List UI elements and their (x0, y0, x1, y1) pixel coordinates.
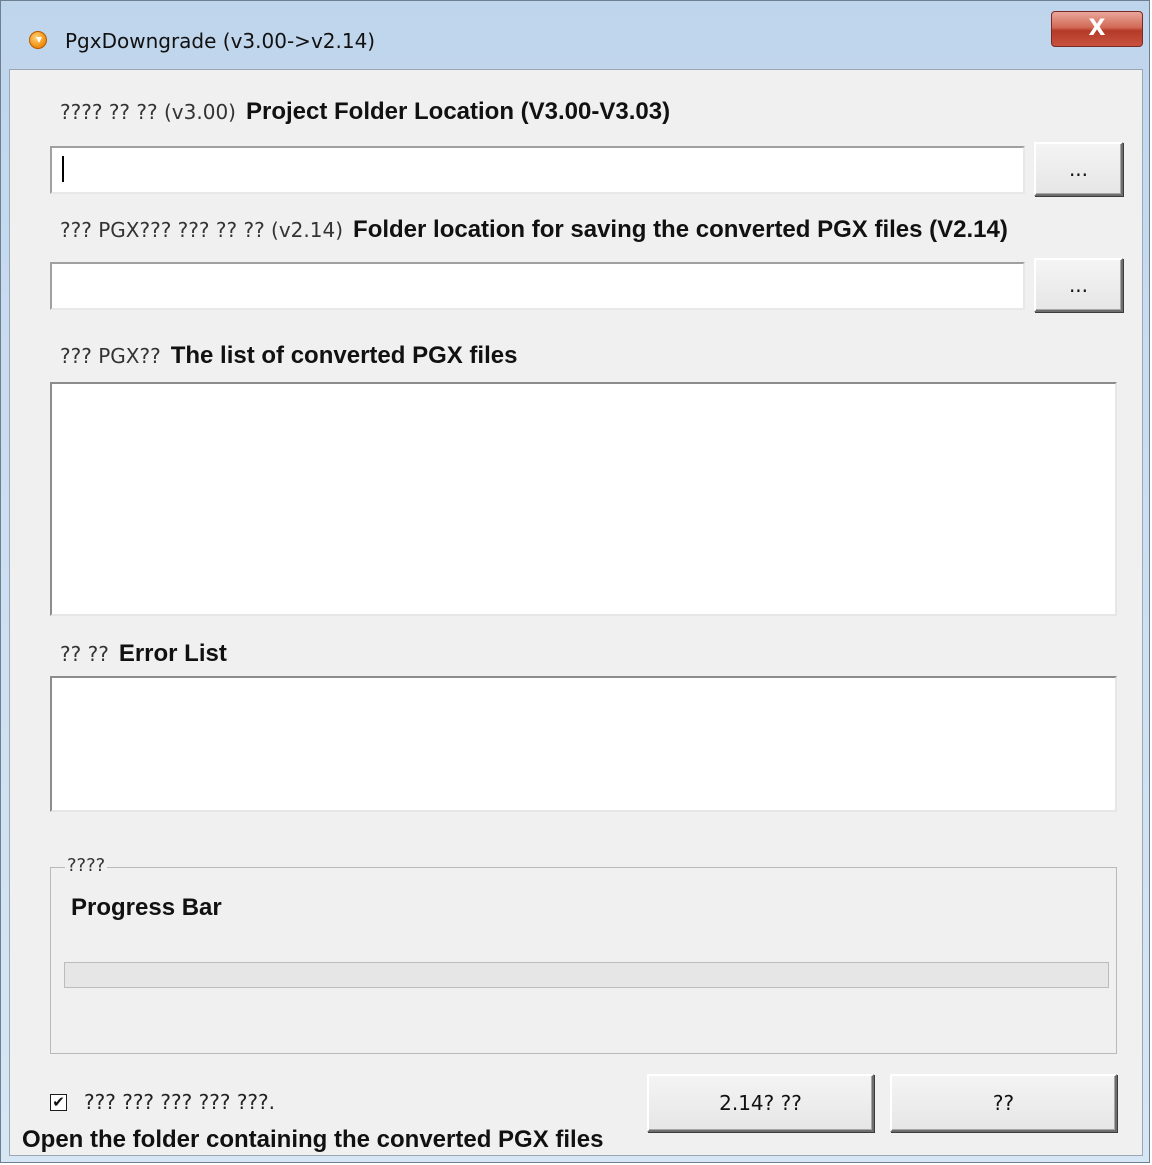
app-window: PgxDowngrade (v3.00->v2.14) X ???? ?? ??… (0, 0, 1150, 1163)
progress-bar (64, 962, 1109, 988)
convert-button[interactable]: 2.14? ?? (647, 1074, 874, 1132)
project-folder-browse-button[interactable]: ... (1034, 142, 1123, 196)
converted-list-label: ??? PGX?? The list of converted PGX files (60, 342, 517, 370)
dialog-body: ???? ?? ?? (v3.00) Project Folder Locatio… (9, 69, 1143, 1156)
project-folder-label-en: Project Folder Location (V3.00-V3.03) (245, 98, 671, 125)
project-folder-input[interactable] (52, 148, 1023, 192)
title-bar[interactable]: PgxDowngrade (v3.00->v2.14) X (1, 1, 1149, 69)
open-folder-checkbox[interactable]: ✔ (50, 1094, 67, 1111)
open-folder-label-en: Open the folder containing the converted… (22, 1126, 604, 1153)
progress-group: ???? Progress Bar (50, 855, 1117, 1054)
project-folder-label: ???? ?? ?? (v3.00) Project Folder Locatio… (60, 98, 670, 126)
converted-files-listbox[interactable] (50, 382, 1117, 616)
save-folder-label: ??? PGX??? ??? ?? ?? (v2.14) Folder locat… (60, 216, 1008, 244)
progress-group-legend: ???? (65, 855, 108, 876)
save-folder-browse-button[interactable]: ... (1034, 258, 1123, 312)
error-list-label-ko: ?? ?? (60, 642, 109, 666)
error-list-label: ?? ?? Error List (60, 640, 227, 668)
error-list-label-en: Error List (118, 640, 227, 667)
save-folder-input[interactable] (52, 264, 1023, 308)
error-listbox[interactable] (50, 676, 1117, 812)
window-title: PgxDowngrade (v3.00->v2.14) (65, 29, 376, 53)
converted-list-label-ko: ??? PGX?? (60, 344, 161, 368)
app-orange-icon (29, 31, 47, 49)
text-caret (62, 156, 64, 182)
close-icon: X (1088, 16, 1106, 41)
project-folder-field[interactable] (50, 146, 1025, 194)
save-folder-field[interactable] (50, 262, 1025, 310)
progress-bar-label: Progress Bar (71, 894, 222, 921)
save-folder-label-ko: ??? PGX??? ??? ?? ?? (v2.14) (60, 218, 344, 242)
converted-list-label-en: The list of converted PGX files (170, 342, 518, 369)
project-folder-label-ko: ???? ?? ?? (v3.00) (60, 100, 236, 124)
save-folder-label-en: Folder location for saving the converted… (353, 216, 1008, 243)
close-window-button[interactable]: X (1051, 11, 1143, 47)
open-folder-label-ko[interactable]: ??? ??? ??? ??? ???. (84, 1090, 275, 1114)
close-button[interactable]: ?? (890, 1074, 1117, 1132)
